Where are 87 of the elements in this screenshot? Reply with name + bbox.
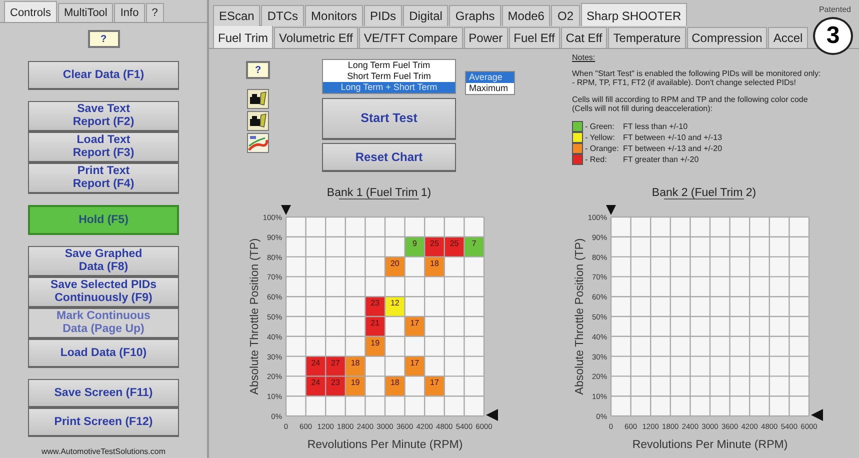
- notes-title: Notes:: [572, 53, 596, 62]
- figure-badge: 3: [813, 17, 853, 55]
- start-test-button[interactable]: Start Test: [322, 98, 456, 140]
- heat-cell: 24: [306, 356, 326, 376]
- sub-tab[interactable]: Volumetric Eff: [274, 27, 358, 48]
- main-tab[interactable]: Sharp SHOOTER: [580, 3, 688, 26]
- main-tab[interactable]: PIDs: [364, 5, 402, 26]
- marker-triangle-icon[interactable]: [486, 409, 498, 421]
- heat-cell: 24: [306, 376, 326, 396]
- command-button[interactable]: Save Graphed Data (F8): [28, 246, 179, 277]
- heat-cell: 19: [345, 376, 366, 396]
- heat-cell: 9: [404, 236, 425, 257]
- legend-label: - Orange:: [585, 144, 620, 153]
- patent-note: Patented: [818, 5, 851, 14]
- note-text: (Cells will not fill during deacceleration):: [572, 104, 714, 113]
- legend-label: - Yellow:: [585, 133, 616, 142]
- command-button[interactable]: Clear Data (F1): [28, 61, 179, 90]
- panel-tab[interactable]: MultiTool: [58, 3, 114, 22]
- engine-icon[interactable]: [247, 111, 269, 131]
- legend-text: FT between +/-13 and +/-20: [623, 144, 722, 153]
- sub-tab[interactable]: Power: [464, 27, 508, 48]
- heat-cell: 25: [424, 236, 444, 257]
- note-text: Cells will fill according to RPM and TP and the following color code: [572, 95, 809, 104]
- heat-cell: 25: [444, 236, 464, 257]
- note-text: When "Start Test" is enabled the following PIDs will be monitored only:: [572, 69, 821, 78]
- legend-text: FT greater than +/-20: [623, 155, 699, 164]
- heat-cell: 23: [326, 376, 346, 396]
- heat-cell: 17: [424, 376, 444, 396]
- heat-cell: 27: [326, 356, 346, 376]
- marker-triangle-icon[interactable]: [281, 205, 291, 215]
- heat-cell: 17: [404, 356, 425, 376]
- command-button[interactable]: Load Data (F10): [28, 339, 179, 368]
- help-button[interactable]: ?: [246, 61, 270, 79]
- main-tab[interactable]: Monitors: [305, 5, 364, 26]
- list-item[interactable]: Average: [466, 72, 514, 83]
- axis-title: Revolutions Per Minute (RPM): [307, 439, 463, 451]
- axis-title: Absolute Throttle Position (TP): [249, 238, 261, 395]
- legend-label: - Red:: [585, 155, 608, 164]
- legend-label: - Green:: [585, 122, 616, 131]
- list-item[interactable]: Short Term Fuel Trim: [323, 71, 455, 82]
- list-item[interactable]: Maximum: [466, 83, 514, 94]
- command-button[interactable]: Load Text Report (F3): [28, 132, 179, 163]
- main-tab[interactable]: O2: [551, 5, 580, 26]
- command-button[interactable]: Save Screen (F11): [28, 379, 179, 408]
- chart-icon[interactable]: [247, 133, 269, 153]
- heat-cell: 7: [464, 236, 484, 257]
- reset-chart-button[interactable]: Reset Chart: [322, 143, 456, 172]
- main-tab[interactable]: EScan: [213, 5, 260, 26]
- main-tab[interactable]: Digital: [403, 5, 448, 26]
- axis-title: Revolutions Per Minute (RPM): [632, 439, 788, 451]
- sub-tab[interactable]: Accel: [768, 27, 808, 48]
- main-tab[interactable]: Mode6: [502, 5, 550, 26]
- sub-tab[interactable]: Fuel Trim: [213, 25, 274, 48]
- heat-cell: 19: [365, 336, 385, 356]
- command-button[interactable]: Print Screen (F12): [28, 408, 179, 437]
- sub-tab[interactable]: Fuel Eff: [508, 27, 560, 48]
- panel-tab[interactable]: Info: [114, 3, 145, 22]
- heat-cell: 21: [365, 316, 385, 336]
- sub-tab[interactable]: Temperature: [608, 27, 686, 48]
- panel-tab[interactable]: Controls: [4, 1, 57, 22]
- marker-triangle-icon[interactable]: [606, 205, 616, 215]
- heat-cell: 23: [365, 296, 385, 316]
- help-button[interactable]: ?: [88, 30, 120, 48]
- list-item[interactable]: Long Term + Short Term: [323, 82, 455, 93]
- list-item[interactable]: Long Term Fuel Trim: [323, 60, 455, 71]
- command-button[interactable]: Hold (F5): [28, 205, 179, 235]
- sub-tab[interactable]: Cat Eff: [560, 27, 608, 48]
- website-link[interactable]: www.AutomotiveTestSolutions.com: [41, 447, 166, 456]
- heat-cell: 18: [345, 356, 366, 376]
- sub-tab[interactable]: Compression: [686, 27, 768, 48]
- command-button[interactable]: Print Text Report (F4): [28, 163, 179, 194]
- chart-title: Bank 1 (Fuel Trim 1): [326, 187, 432, 199]
- marker-triangle-icon[interactable]: [811, 409, 823, 421]
- panel-tab[interactable]: ?: [146, 3, 164, 22]
- heat-cell: 17: [404, 316, 425, 336]
- main-tab[interactable]: Graphs: [449, 5, 501, 26]
- legend-text: FT less than +/-10: [623, 122, 688, 131]
- note-text: - RPM, TP, FT1, FT2 (if available). Don't change selected PIDs!: [572, 78, 797, 87]
- main-tab[interactable]: DTCs: [261, 5, 304, 26]
- sub-tab[interactable]: VE/TFT Compare: [358, 27, 463, 48]
- legend-text: FT between +/-10 and +/-13: [623, 133, 722, 142]
- command-button[interactable]: Save Selected PIDs Continuously (F9): [28, 277, 179, 308]
- heat-cell: 18: [424, 256, 444, 277]
- engine-icon[interactable]: [247, 89, 269, 109]
- command-button[interactable]: Save Text Report (F2): [28, 101, 179, 132]
- axis-title: Absolute Throttle Position (TP): [574, 238, 586, 395]
- chart-title: Bank 2 (Fuel Trim 2): [652, 187, 756, 199]
